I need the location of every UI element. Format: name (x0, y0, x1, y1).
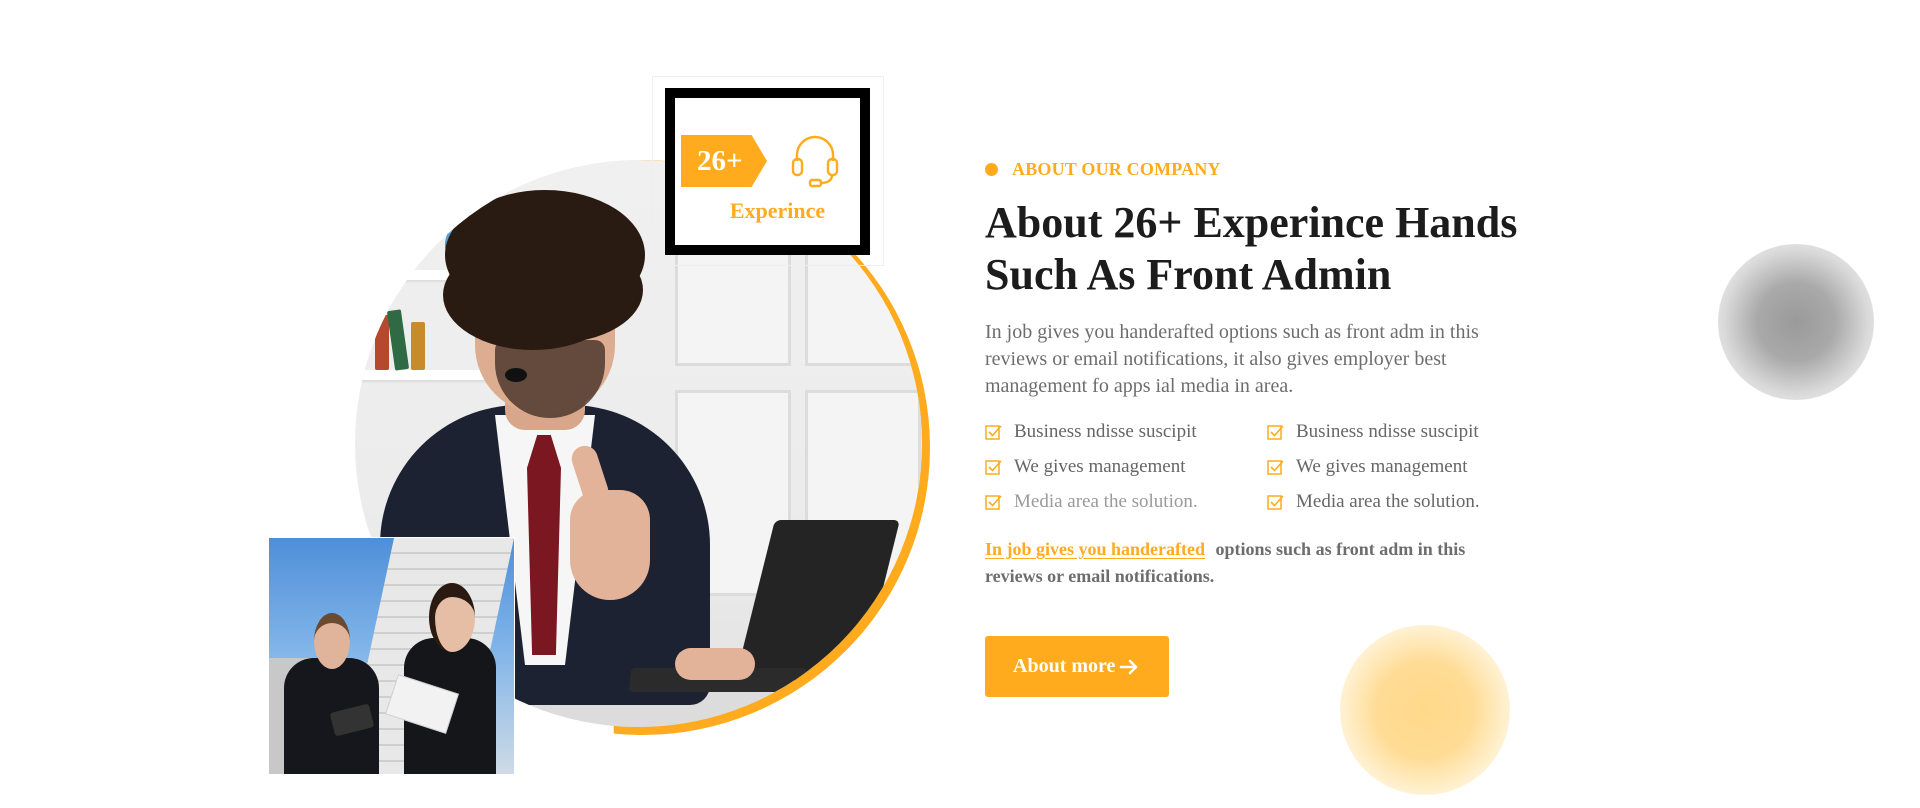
feature-item: We gives management (985, 453, 1267, 481)
checkbox-check-icon (985, 494, 1002, 510)
feature-item: Business ndisse suscipit (1267, 418, 1549, 446)
about-content: ABOUT OUR COMPANY About 26+ Experince Ha… (985, 155, 1565, 697)
experience-years: 26+ (681, 135, 767, 187)
feature-label: We gives management (1296, 456, 1468, 477)
feature-label: Media area the solution. (1296, 491, 1480, 512)
book (375, 315, 389, 370)
feature-item: Media area the solution. (1267, 488, 1549, 516)
businessman (284, 613, 379, 774)
book (411, 322, 425, 370)
eyebrow-label: ABOUT OUR COMPANY (1012, 158, 1221, 179)
team-photo (268, 537, 515, 775)
book (386, 309, 410, 371)
heading-line-1: About 26+ Experince Hands (985, 198, 1518, 247)
thumbs-up-hand (570, 490, 650, 600)
feature-label: Business ndisse suscipit (1296, 421, 1479, 442)
dot-icon (985, 162, 998, 176)
feature-item: Business ndisse suscipit (985, 418, 1267, 446)
checkbox-check-icon (985, 424, 1002, 440)
arrow-right-icon (1120, 659, 1138, 674)
businesswoman (385, 583, 496, 774)
section-heading: About 26+ Experince Hands Such As Front … (985, 197, 1555, 301)
person-tie (527, 435, 561, 655)
decorative-gray-blob (1718, 244, 1874, 400)
experience-badge: 26+ Experince (665, 88, 870, 255)
person-hair (445, 190, 645, 320)
checkbox-check-icon (1267, 424, 1284, 440)
section-eyebrow: ABOUT OUR COMPANY (985, 155, 1565, 183)
about-section: 26+ Experince ABOUT OUR COMPANY About 26… (0, 0, 1920, 808)
feature-list: Business ndisse suscipit Business ndisse… (985, 418, 1565, 516)
headset-mic (505, 368, 527, 382)
headset-icon (791, 135, 839, 188)
feature-item: Media area the solution. (985, 488, 1267, 516)
checkbox-check-icon (1267, 494, 1284, 510)
heading-line-2: Such As Front Admin (985, 250, 1392, 299)
feature-label: Media area the solution. (1014, 491, 1198, 512)
feature-label: We gives management (1014, 456, 1186, 477)
section-description: In job gives you handerafted options suc… (985, 321, 1479, 397)
section-note: In job gives you handerafted options suc… (985, 536, 1525, 590)
about-more-button[interactable]: About more (985, 636, 1170, 697)
checkbox-check-icon (985, 459, 1002, 475)
experience-label: Experince (729, 198, 826, 223)
checkbox-check-icon (1267, 459, 1284, 475)
about-more-label: About more (1013, 655, 1116, 677)
note-link[interactable]: In job gives you handerafted (985, 539, 1205, 559)
businesswoman-head (429, 583, 475, 652)
feature-label: Business ndisse suscipit (1014, 421, 1197, 442)
typing-hand (675, 648, 755, 680)
businessman-head (314, 613, 350, 669)
feature-item: We gives management (1267, 453, 1549, 481)
